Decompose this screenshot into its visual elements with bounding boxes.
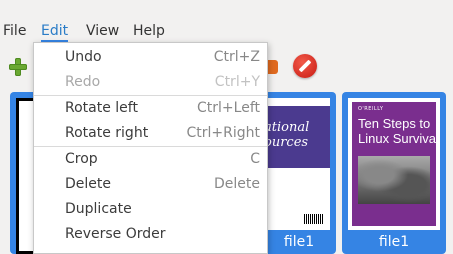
cover-title: ational ources [264, 120, 310, 150]
menu-separator [34, 146, 267, 147]
add-icon[interactable] [9, 58, 27, 76]
menu-item-accel: Ctrl+Left [197, 100, 260, 116]
menu-item-accel: Ctrl+Z [213, 49, 260, 65]
menu-item-accel: C [250, 151, 260, 167]
menu-item-label: Reverse Order [65, 226, 166, 242]
cover-band: ational ources [262, 106, 330, 168]
menu-item-accel: Delete [214, 176, 260, 192]
menu-item-label: Crop [65, 151, 98, 167]
menu-item-label: Redo [65, 74, 101, 90]
menu-item-rotate-left[interactable]: Rotate left Ctrl+Left [34, 97, 267, 121]
menu-item-rotate-right[interactable]: Rotate right Ctrl+Right [34, 122, 267, 146]
page-thumbnail[interactable]: O'REILLY Ten Steps to Linux Survival fil… [342, 92, 446, 254]
page-preview: O'REILLY Ten Steps to Linux Survival [348, 98, 440, 230]
menu-item-duplicate[interactable]: Duplicate [34, 198, 267, 222]
menu-item-accel: Ctrl+Right [186, 125, 260, 141]
cover-title: Ten Steps to Linux Survival [358, 116, 439, 146]
menu-separator [34, 95, 267, 96]
publisher-logo: O'REILLY [358, 106, 384, 112]
menu-item-label: Rotate right [65, 125, 149, 141]
edit-menu: Undo Ctrl+Z Redo Ctrl+Y Rotate left Ctrl… [33, 42, 268, 254]
cover-image [358, 156, 430, 204]
menu-help[interactable]: Help [133, 20, 165, 42]
page-thumbnail[interactable]: ational ources file1 [262, 92, 336, 254]
menu-item-label: Rotate left [65, 100, 138, 116]
barcode-icon [304, 214, 324, 224]
menu-item-delete[interactable]: Delete Delete [34, 173, 267, 197]
page-preview: ational ources [262, 98, 330, 230]
menu-view[interactable]: View [86, 20, 119, 42]
menu-item-label: Undo [65, 49, 102, 65]
menu-edit[interactable]: Edit [41, 20, 69, 42]
menu-item-accel: Ctrl+Y [214, 74, 260, 90]
menubar: File Edit View Help [0, 0, 453, 42]
menu-item-crop[interactable]: Crop C [34, 148, 267, 172]
thumbnail-caption: file1 [283, 234, 315, 250]
thumbnail-caption: file1 [378, 234, 410, 250]
book-cover: O'REILLY Ten Steps to Linux Survival [352, 102, 439, 226]
menu-item-label: Delete [65, 176, 111, 192]
menu-item-undo[interactable]: Undo Ctrl+Z [34, 46, 267, 70]
menu-item-label: Duplicate [65, 201, 132, 217]
menu-item-reverse-order[interactable]: Reverse Order [34, 223, 267, 247]
menu-file[interactable]: File [3, 20, 26, 42]
stop-icon[interactable] [293, 54, 317, 78]
menu-item-redo[interactable]: Redo Ctrl+Y [34, 71, 267, 95]
